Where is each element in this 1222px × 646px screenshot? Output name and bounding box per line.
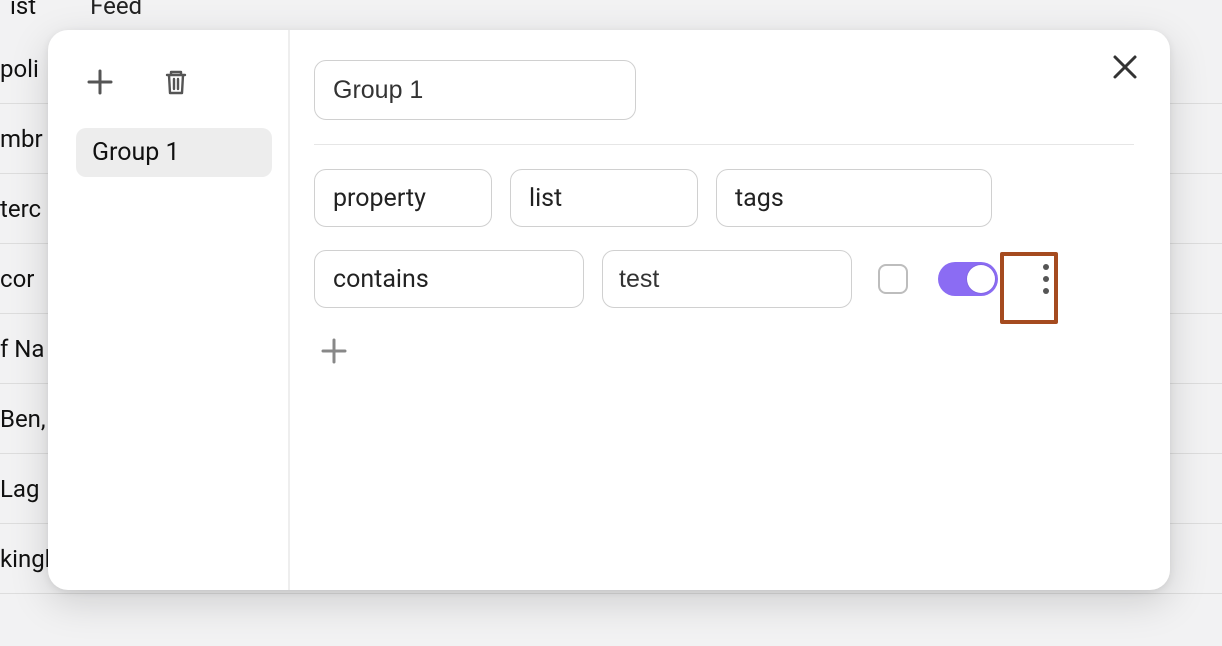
source-select[interactable]: property (314, 169, 492, 227)
value-input[interactable] (602, 250, 852, 308)
list-select-label: list (529, 184, 562, 213)
close-icon (1112, 54, 1138, 80)
row-menu-button[interactable] (1022, 245, 1070, 313)
column-select-label: tags (735, 184, 784, 213)
plus-icon (320, 337, 348, 365)
trash-icon (161, 67, 191, 97)
add-condition-button[interactable] (314, 331, 354, 371)
divider (314, 144, 1134, 145)
tab-feed[interactable]: Feed (80, 0, 156, 26)
condition-row-2: contains (314, 245, 1134, 313)
tab-list[interactable]: ist (0, 0, 50, 26)
list-item: Lag (0, 475, 39, 503)
toggle-knob (967, 265, 995, 293)
sidebar-item-group[interactable]: Group 1 (76, 128, 272, 177)
group-name-input[interactable] (314, 60, 636, 120)
column-select[interactable]: tags (716, 169, 992, 227)
list-item: poli (0, 55, 39, 83)
condition-toggle[interactable] (938, 262, 998, 296)
plus-icon (86, 68, 114, 96)
operator-select-label: contains (333, 265, 429, 294)
add-group-button[interactable] (80, 62, 120, 102)
list-item: f Na (0, 335, 44, 363)
condition-row-1: property list tags (314, 169, 1134, 227)
condition-checkbox[interactable] (878, 264, 908, 294)
delete-group-button[interactable] (156, 62, 196, 102)
list-item: Ben, (0, 405, 46, 433)
list-item: cor (0, 265, 34, 293)
modal-main: property list tags contains (290, 30, 1170, 590)
sidebar-item-label: Group 1 (92, 138, 180, 167)
list-item: mbr (0, 125, 43, 153)
modal-sidebar: Group 1 (48, 30, 290, 590)
source-select-label: property (333, 184, 426, 213)
dots-vertical-icon (1042, 262, 1050, 296)
list-item: terc (0, 195, 41, 223)
list-select[interactable]: list (510, 169, 698, 227)
filter-modal: Group 1 property list tags contains (48, 30, 1170, 590)
close-button[interactable] (1108, 50, 1142, 84)
operator-select[interactable]: contains (314, 250, 584, 308)
